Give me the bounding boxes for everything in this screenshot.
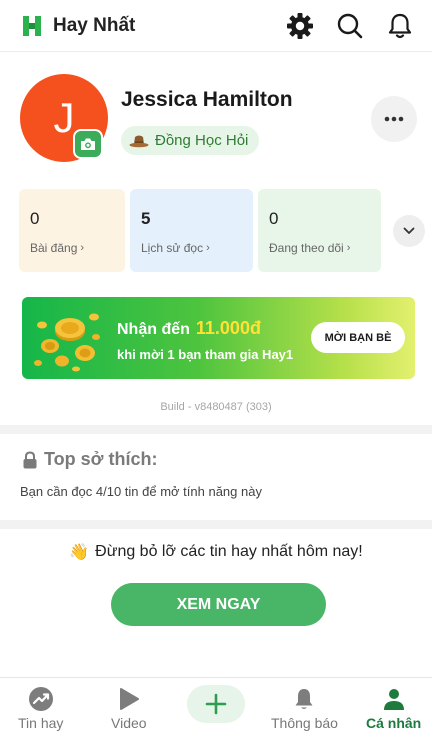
play-icon bbox=[119, 688, 139, 710]
nav-thong-bao-label: Thông báo bbox=[271, 715, 338, 731]
more-dots-icon bbox=[384, 116, 404, 122]
invite-banner[interactable]: Nhận đến 11.000đ khi mời 1 bạn tham gia H… bbox=[22, 297, 415, 379]
promo-text: Đừng bỏ lỡ các tin hay nhất hôm nay! bbox=[95, 543, 363, 560]
stat-history-value: 5 bbox=[141, 209, 151, 228]
build-version: Build - v8480487 (303) bbox=[160, 401, 272, 413]
avatar-letter: J bbox=[53, 94, 75, 141]
nav-tin-hay-label: Tin hay bbox=[18, 715, 64, 731]
stat-following[interactable]: 0 Đang theo dõi › bbox=[258, 189, 381, 272]
create-post-button[interactable] bbox=[187, 685, 245, 723]
stat-history-label: Lịch sử đọc bbox=[141, 241, 204, 255]
top-hobbies-title: Top sở thích: bbox=[22, 449, 157, 470]
bell-icon bbox=[295, 689, 313, 709]
chevron-right-icon: › bbox=[346, 242, 351, 254]
bell-icon bbox=[388, 13, 412, 38]
nav-video[interactable]: Video bbox=[111, 686, 147, 731]
camera-icon bbox=[81, 138, 95, 150]
nav-tin-hay[interactable]: Tin hay bbox=[18, 686, 63, 731]
logo-h-icon bbox=[23, 15, 41, 36]
hat-icon bbox=[129, 135, 149, 147]
top-hobbies-label: Top sở thích: bbox=[44, 449, 158, 469]
stat-posts-value: 0 bbox=[30, 209, 40, 228]
stat-posts[interactable]: 0 Bài đăng › bbox=[19, 189, 125, 272]
waving-hand-icon: 👋 bbox=[69, 544, 90, 561]
plus-icon bbox=[205, 693, 227, 715]
lock-icon bbox=[23, 450, 37, 468]
rank-badge[interactable]: Đồng Học Hỏi bbox=[121, 126, 260, 155]
nav-video-label: Video bbox=[111, 715, 147, 731]
expand-stats-button[interactable] bbox=[393, 215, 425, 247]
chevron-right-icon: › bbox=[80, 242, 85, 254]
notifications-button[interactable] bbox=[386, 12, 414, 40]
settings-button[interactable] bbox=[286, 12, 314, 40]
user-name: Jessica Hamilton bbox=[121, 88, 293, 111]
app-header: Hay Nhất bbox=[0, 0, 432, 52]
gear-icon bbox=[287, 12, 313, 39]
more-options-button[interactable] bbox=[371, 96, 417, 142]
section-divider bbox=[0, 425, 432, 434]
chevron-right-icon: › bbox=[206, 242, 210, 254]
stat-following-label: Đang theo dõi bbox=[269, 241, 344, 255]
app-logo[interactable]: Hay Nhất bbox=[20, 14, 135, 38]
search-icon bbox=[337, 13, 363, 38]
stat-posts-label: Bài đăng bbox=[30, 241, 78, 255]
nav-ca-nhan[interactable]: Cá nhân bbox=[366, 686, 421, 731]
stat-following-value: 0 bbox=[269, 209, 279, 228]
change-avatar-button[interactable] bbox=[73, 129, 103, 159]
search-button[interactable] bbox=[336, 12, 364, 40]
section-divider bbox=[0, 520, 432, 529]
daily-promo: 👋 Đừng bỏ lỡ các tin hay nhất hôm nay! bbox=[0, 542, 432, 562]
rank-label: Đồng Học Hỏi bbox=[155, 132, 249, 149]
coins-icon bbox=[34, 313, 100, 372]
banner-line1: Nhận đến bbox=[117, 321, 190, 338]
nav-ca-nhan-label: Cá nhân bbox=[366, 715, 422, 731]
trending-icon bbox=[28, 687, 53, 711]
banner-subline: khi mời 1 bạn tham gia Hay1 bbox=[117, 347, 294, 362]
invite-friends-button[interactable]: MỜI BẠN BÈ bbox=[311, 322, 405, 353]
chevron-down-icon bbox=[403, 227, 415, 234]
nav-thong-bao[interactable]: Thông báo bbox=[271, 686, 338, 731]
stat-history[interactable]: 5 Lịch sử đọc › bbox=[130, 189, 253, 272]
view-now-button[interactable]: XEM NGAY bbox=[111, 583, 326, 626]
banner-headline: Nhận đến 11.000đ bbox=[117, 318, 261, 339]
person-icon bbox=[383, 689, 404, 710]
hobbies-description: Bạn cần đọc 4/10 tin để mở tính năng này bbox=[20, 484, 262, 499]
banner-amount: 11.000đ bbox=[195, 318, 261, 338]
app-title: Hay Nhất bbox=[53, 14, 136, 36]
